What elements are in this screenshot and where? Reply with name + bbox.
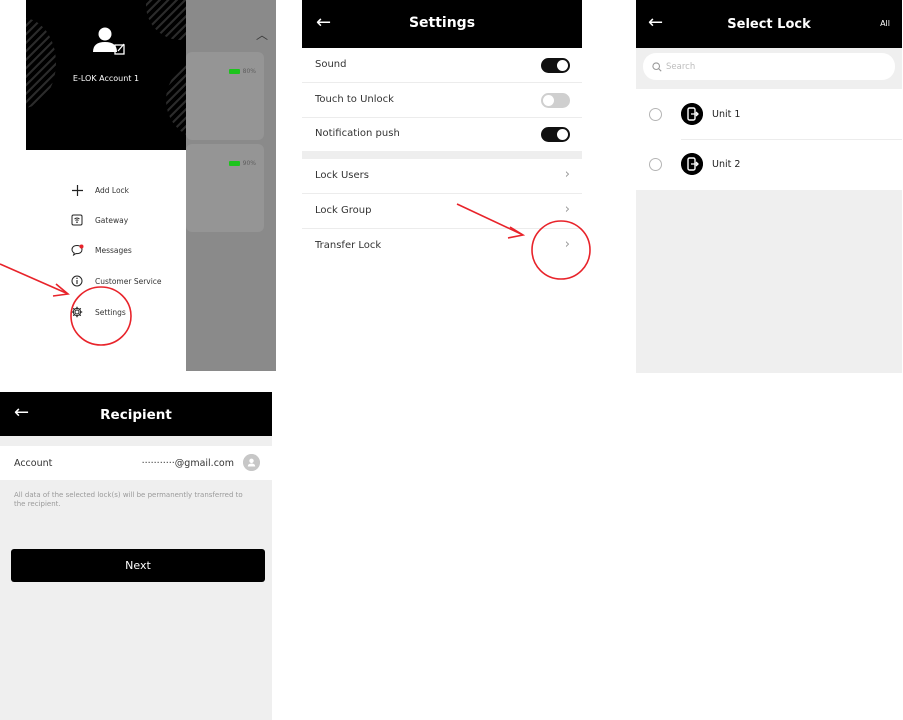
search-icon bbox=[652, 61, 662, 72]
header-decoration bbox=[146, 0, 186, 40]
menu-item-messages[interactable]: Messages bbox=[70, 242, 132, 258]
header-decoration bbox=[26, 18, 56, 108]
setting-row-touch-to-unlock: Touch to Unlock bbox=[302, 83, 582, 118]
setting-label: Sound bbox=[315, 59, 347, 70]
search-placeholder: Search bbox=[666, 61, 696, 72]
setting-row-transfer-lock[interactable]: Transfer Lock › bbox=[302, 229, 582, 264]
gear-icon bbox=[70, 305, 84, 319]
chevron-right-icon: › bbox=[564, 167, 570, 182]
select-lock-panel: ← Select Lock All Search Unit 1 Unit 2 bbox=[636, 0, 902, 373]
setting-label: Notification push bbox=[315, 128, 400, 139]
page-title: Settings bbox=[408, 15, 476, 31]
lock-name: Unit 1 bbox=[712, 109, 741, 120]
battery-icon bbox=[228, 69, 240, 74]
menu-item-label: Add Lock bbox=[95, 185, 130, 195]
recipient-panel: ← Recipient Account ···········@gmail.co… bbox=[0, 392, 272, 720]
account-field[interactable]: Account ···········@gmail.com bbox=[0, 446, 272, 480]
touch-to-unlock-toggle[interactable] bbox=[541, 93, 570, 108]
chevron-right-icon: › bbox=[564, 237, 570, 252]
side-menu-panel: E-LOK Account 1 ︿ 80% 90% Add Lock Gatew… bbox=[26, 0, 276, 371]
battery-level: 90% bbox=[242, 160, 256, 167]
account-label: Account bbox=[14, 458, 53, 469]
menu-item-customer-service[interactable]: Customer Service bbox=[70, 273, 162, 289]
transfer-warning-text: All data of the selected lock(s) will be… bbox=[14, 491, 243, 508]
setting-row-lock-group[interactable]: Lock Group › bbox=[302, 194, 582, 229]
menu-header: E-LOK Account 1 bbox=[26, 0, 186, 150]
gateway-icon bbox=[70, 213, 84, 227]
lock-list: Unit 1 Unit 2 bbox=[636, 89, 902, 190]
recipient-header: ← Recipient bbox=[0, 392, 272, 436]
select-lock-header: ← Select Lock All bbox=[636, 0, 902, 48]
setting-label: Transfer Lock bbox=[315, 240, 382, 251]
lock-device-icon bbox=[681, 103, 703, 125]
notification-push-toggle[interactable] bbox=[541, 127, 570, 142]
list-item[interactable]: Unit 1 bbox=[636, 89, 902, 140]
messages-icon bbox=[70, 243, 84, 257]
battery-indicator: 90% bbox=[228, 160, 256, 167]
setting-label: Lock Users bbox=[315, 170, 369, 181]
menu-item-label: Settings bbox=[95, 307, 126, 317]
account-value[interactable]: ···········@gmail.com bbox=[142, 458, 234, 469]
sound-toggle[interactable] bbox=[541, 58, 570, 73]
dimmed-lock-list[interactable]: ︿ 80% 90% bbox=[186, 0, 276, 371]
chevron-right-icon: › bbox=[564, 202, 570, 217]
select-all-button[interactable]: All bbox=[880, 19, 890, 28]
lock-select-radio[interactable] bbox=[649, 108, 662, 121]
next-button[interactable]: Next bbox=[11, 549, 265, 582]
setting-row-sound: Sound bbox=[302, 48, 582, 83]
chevron-up-icon[interactable]: ︿ bbox=[256, 26, 268, 43]
lock-card[interactable]: 90% bbox=[186, 144, 264, 232]
menu-item-add-lock[interactable]: Add Lock bbox=[70, 182, 129, 198]
menu-item-label: Messages bbox=[95, 245, 132, 255]
lock-device-icon bbox=[681, 153, 703, 175]
info-icon bbox=[70, 274, 84, 288]
battery-indicator: 80% bbox=[228, 68, 256, 75]
section-divider bbox=[302, 151, 582, 159]
menu-item-settings[interactable]: Settings bbox=[70, 304, 126, 320]
menu-item-label: Customer Service bbox=[95, 276, 162, 286]
settings-panel: ← Settings Sound Touch to Unlock Notific… bbox=[302, 0, 582, 265]
lock-card[interactable]: 80% bbox=[186, 52, 264, 140]
settings-header: ← Settings bbox=[302, 0, 582, 48]
battery-level: 80% bbox=[242, 68, 256, 75]
user-avatar-icon[interactable] bbox=[92, 26, 126, 56]
battery-icon bbox=[228, 161, 240, 166]
contact-picker-icon[interactable] bbox=[243, 454, 260, 471]
lock-select-radio[interactable] bbox=[649, 158, 662, 171]
menu-item-label: Gateway bbox=[95, 215, 129, 225]
plus-icon bbox=[70, 183, 84, 197]
page-title: Select Lock bbox=[727, 17, 811, 32]
setting-row-lock-users[interactable]: Lock Users › bbox=[302, 159, 582, 194]
account-name: E-LOK Account 1 bbox=[72, 74, 140, 83]
menu-item-gateway[interactable]: Gateway bbox=[70, 212, 128, 228]
setting-label: Lock Group bbox=[315, 205, 372, 216]
setting-row-notification-push: Notification push bbox=[302, 117, 582, 152]
lock-name: Unit 2 bbox=[712, 159, 741, 170]
setting-label: Touch to Unlock bbox=[315, 94, 394, 105]
page-title: Recipient bbox=[100, 407, 172, 423]
list-item[interactable]: Unit 2 bbox=[636, 139, 902, 189]
search-input[interactable]: Search bbox=[643, 53, 895, 80]
header-decoration bbox=[166, 60, 186, 140]
